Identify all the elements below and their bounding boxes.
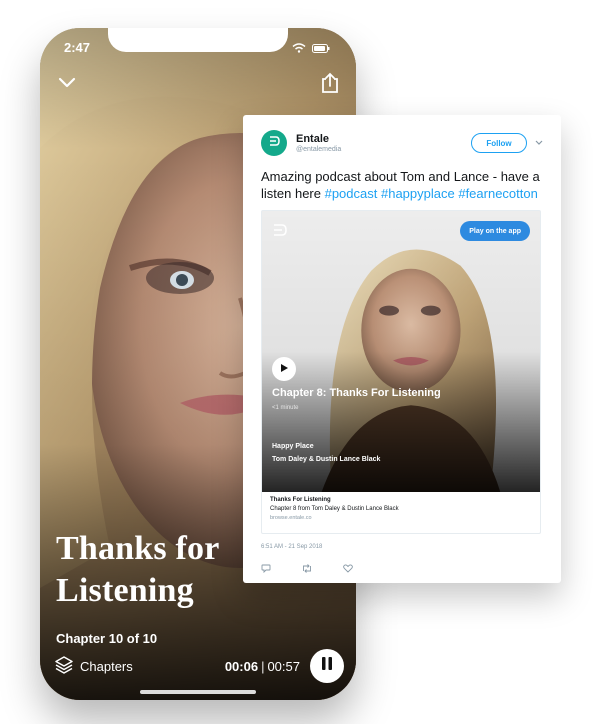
player-controls: Chapters 00:06 | 00:57: [54, 649, 344, 683]
tweet-timestamp[interactable]: 6:51 AM - 21 Sep 2018: [261, 544, 543, 550]
tweet-card: Entale @entalemedia Follow Amazing podca…: [243, 115, 561, 583]
playback-time: 00:06 | 00:57: [225, 659, 300, 674]
layers-icon: [54, 655, 74, 678]
tweet-text: Amazing podcast about Tom and Lance - ha…: [261, 168, 543, 202]
media-duration: <1 minute: [272, 405, 299, 411]
hashtag-link[interactable]: #fearnecotton: [458, 186, 538, 201]
play-icon: [279, 360, 289, 378]
account-handle[interactable]: @entalemedia: [296, 146, 341, 153]
like-icon[interactable]: [343, 560, 353, 578]
link-card-domain: browse.entale.co: [270, 515, 312, 521]
reply-icon[interactable]: [261, 560, 271, 578]
media-chapter-title: Chapter 8: Thanks For Listening: [272, 387, 441, 399]
entale-logo-icon: [272, 223, 288, 242]
pause-button[interactable]: [310, 649, 344, 683]
retweet-icon[interactable]: [301, 560, 313, 578]
chapter-count: Chapter 10 of 10: [56, 631, 158, 646]
tweet-actions: [261, 560, 543, 578]
hashtag-link[interactable]: #happyplace: [381, 186, 455, 201]
play-on-app-button[interactable]: Play on the app: [460, 221, 530, 241]
media-show-name: Happy Place: [272, 443, 314, 450]
avatar[interactable]: [261, 130, 287, 156]
total-time: 00:57: [267, 658, 300, 674]
caret-down-icon[interactable]: [535, 138, 543, 148]
account-names: Entale @entalemedia: [296, 133, 341, 153]
elapsed-time: 00:06: [224, 658, 259, 674]
time-separator: |: [261, 658, 265, 674]
media-play-button[interactable]: [272, 357, 296, 381]
chapters-label: Chapters: [80, 658, 133, 674]
link-card[interactable]: Thanks For Listening Chapter 8 from Tom …: [261, 492, 541, 534]
chevron-down-icon[interactable]: [58, 74, 76, 92]
battery-icon: [312, 40, 330, 58]
tweet-media[interactable]: Play on the app Chapter 8: Thanks For Li…: [261, 210, 541, 492]
wifi-icon: [292, 40, 306, 58]
episode-title: Thanks for Listening: [56, 528, 220, 612]
media-hosts: Tom Daley & Dustin Lance Black: [272, 456, 381, 463]
chapters-button[interactable]: Chapters: [54, 655, 133, 678]
status-time: 2:47: [64, 40, 91, 55]
link-card-description: Chapter 8 from Tom Daley & Dustin Lance …: [270, 506, 399, 512]
phone-notch: [108, 28, 288, 52]
entale-logo-icon: [267, 134, 281, 153]
episode-title-line-2: Listening: [56, 572, 194, 609]
follow-button[interactable]: Follow: [471, 133, 527, 153]
hashtag-link[interactable]: #podcast: [325, 186, 378, 201]
stage: 2:47 Thanks for Listening Chapter 10 of …: [0, 0, 600, 724]
status-icons: [292, 40, 330, 58]
tweet-header: Entale @entalemedia Follow: [261, 129, 543, 157]
episode-title-line-1: Thanks for: [56, 530, 220, 567]
link-card-title: Thanks For Listening: [270, 497, 331, 503]
home-indicator: [140, 690, 256, 694]
pause-icon: [321, 657, 333, 675]
account-name[interactable]: Entale: [296, 133, 341, 145]
share-icon[interactable]: [320, 72, 340, 97]
